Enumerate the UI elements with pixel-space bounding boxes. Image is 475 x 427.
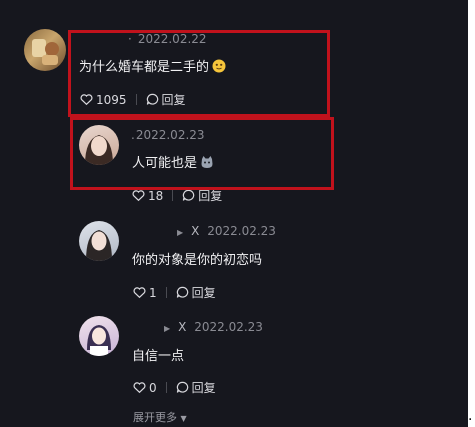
reply-to-name: X [191,224,200,238]
avatar-image [86,230,112,261]
like-button[interactable]: 1 [133,286,157,300]
highlight-box [70,117,334,190]
avatar-image [32,39,59,65]
like-button[interactable]: 18 [132,189,163,203]
heart-icon [132,190,145,202]
reply-label: 回复 [191,381,216,395]
comment-meta: ▶ X 2022.02.23 [177,224,276,238]
speech-bubble-icon [176,286,188,298]
caret-right-icon: ▶ [177,228,184,237]
divider [165,382,167,393]
avatar-image [87,325,111,356]
like-count: 0 [149,380,157,395]
comment-text: 自信一点 [132,349,185,364]
expand-more-label: 展开更多 [133,411,177,424]
heart-icon [133,382,146,394]
like-button[interactable]: 0 [133,381,157,395]
comment-panel: · 2022.02.22 为什么婚车都是二手的 1095 回复 .2022.02.… [0,0,468,427]
comment-meta: ▶ X 2022.02.23 [164,320,263,334]
comment-date: 2022.02.23 [207,224,276,238]
chevron-down-icon: ▼ [180,414,187,423]
stray-dot: . [468,408,473,424]
like-count: 1 [149,285,157,300]
reply-button[interactable]: 回复 [176,284,216,301]
like-count: 18 [148,188,164,203]
comment-date: 2022.02.23 [194,320,263,334]
speech-bubble-icon [183,189,195,201]
speech-bubble-icon [176,381,188,393]
highlight-box [68,30,330,117]
reply-label: 回复 [191,286,216,300]
reply-to-name: X [178,320,187,334]
comment-actions: 0 回复 [133,379,216,396]
caret-right-icon: ▶ [164,324,171,333]
divider [172,190,174,201]
divider [165,287,167,298]
comment-text: 你的对象是你的初恋吗 [132,253,263,268]
comment-actions: 1 回复 [133,284,216,301]
expand-more-button[interactable]: 展开更多 ▼ [133,409,187,425]
avatar[interactable] [79,316,119,356]
avatar[interactable] [79,221,119,261]
reply-button[interactable]: 回复 [176,379,216,396]
heart-icon [133,287,146,299]
avatar[interactable] [24,29,66,71]
